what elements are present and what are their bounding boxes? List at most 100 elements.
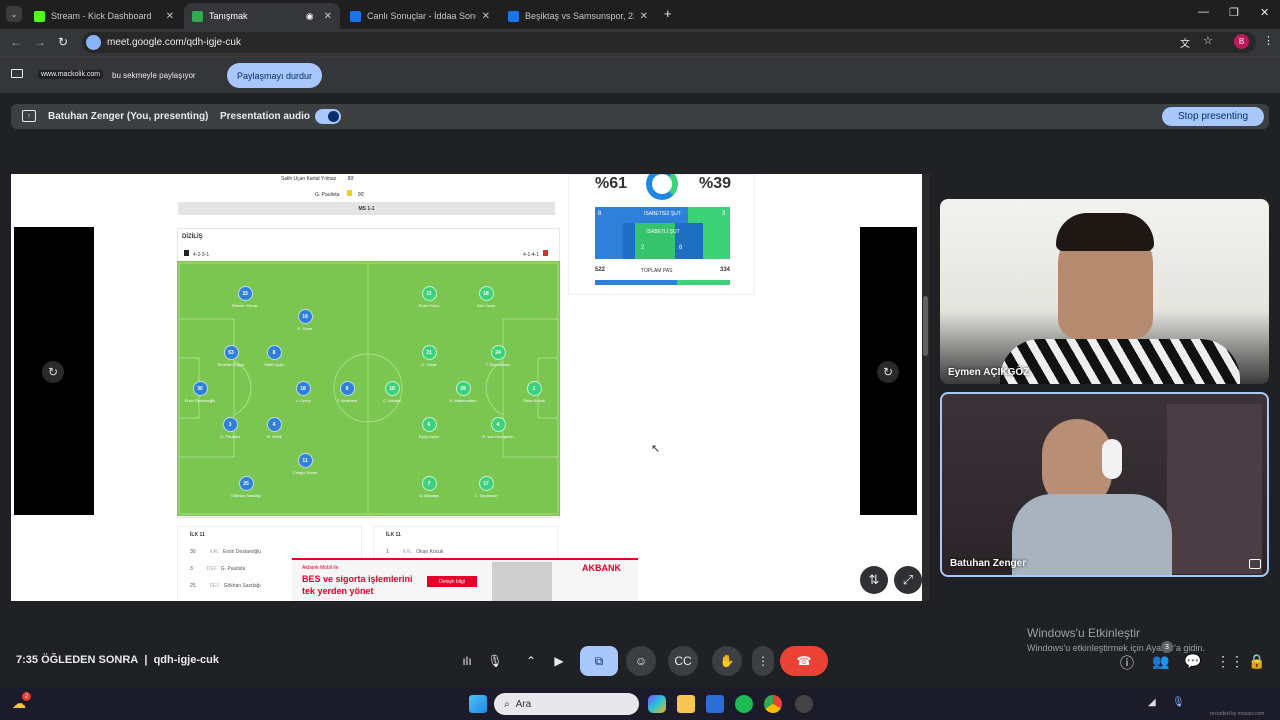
- restore-icon[interactable]: ❐: [1229, 6, 1239, 19]
- forward-icon[interactable]: →: [34, 35, 46, 49]
- akbank-ad-banner[interactable]: Akbank Mobil ile BES ve sigorta işlemler…: [292, 558, 638, 601]
- close-icon[interactable]: ✕: [640, 11, 648, 22]
- more-options-button[interactable]: ⋮: [752, 646, 774, 676]
- audio-levels-button[interactable]: ılı: [454, 646, 480, 676]
- scrollbar-thumb[interactable]: [923, 296, 928, 356]
- home-player[interactable]: 8 Salih Uçan: [244, 345, 304, 367]
- home-player[interactable]: 11 Cengiz Ünder: [275, 453, 335, 475]
- tab-search-button[interactable]: ⌄: [6, 6, 22, 22]
- chat-icon[interactable]: 💬: [1184, 653, 1201, 670]
- site-info-icon[interactable]: [86, 35, 101, 50]
- away-player[interactable]: 1 Okan Kocuk: [504, 381, 564, 403]
- away-player[interactable]: 11 Emre Kılınç: [399, 286, 459, 308]
- present-now-button[interactable]: ⧉: [580, 646, 618, 676]
- presenting-bar: ↑ Batuhan Zenger (You, presenting) Prese…: [11, 104, 1269, 129]
- windows-start-icon[interactable]: [469, 695, 487, 713]
- windows-activation-title: Windows'u Etkinleştir: [1027, 626, 1140, 640]
- address-bar[interactable]: meet.google.com/qdh-igje-cuk: [82, 32, 1256, 53]
- browser-menu-icon[interactable]: ⋮: [1263, 34, 1274, 47]
- camera-button[interactable]: ▶: [545, 646, 573, 676]
- minimize-icon[interactable]: —: [1198, 6, 1209, 18]
- away-player[interactable]: 17 L. Tomasson: [456, 476, 516, 498]
- presenter-name: Batuhan Zenger (You, presenting): [48, 111, 209, 122]
- list-item[interactable]: 1 KAL Okan Kocuk: [386, 549, 443, 555]
- swap-view-button[interactable]: ⇅: [860, 566, 888, 594]
- back-icon[interactable]: ←: [10, 35, 22, 49]
- away-player[interactable]: 7 A. Mouaba: [399, 476, 459, 498]
- visual-effects-icon[interactable]: [1249, 559, 1261, 569]
- tab-meet[interactable]: Tanışmak ◉ ✕: [184, 3, 340, 29]
- possession-donut: [646, 174, 678, 200]
- left-ad-column: ↻: [14, 227, 94, 515]
- copilot-icon[interactable]: [648, 695, 666, 713]
- away-player[interactable]: 6 Eyüp Aydın: [399, 417, 459, 439]
- presentation-audio-toggle[interactable]: [315, 109, 341, 124]
- ad-cta-button[interactable]: Detaylı bilgi: [427, 576, 477, 587]
- close-icon[interactable]: ✕: [482, 11, 490, 22]
- participant-tile-self[interactable]: Batuhan Zenger: [940, 392, 1269, 577]
- stop-presenting-button[interactable]: Stop presenting: [1162, 107, 1264, 126]
- people-icon[interactable]: 👥: [1152, 653, 1169, 670]
- presentation-audio-label: Presentation audio: [220, 111, 311, 122]
- list-item[interactable]: 30 KAL Ersin Destanoğlu: [190, 549, 261, 555]
- home-player[interactable]: 33 Rıdvan Yılmaz: [215, 286, 275, 308]
- away-player[interactable]: 19 C. Ndiaye: [362, 381, 422, 403]
- fullscreen-button[interactable]: ⤢: [894, 566, 922, 594]
- off-target-home: 8: [598, 211, 602, 217]
- away-player[interactable]: 24 T. Bavcekovic: [468, 345, 528, 367]
- football-pitch: 33 Rıdvan Yılmaz 19 E. Toure 53 Emirhan Top…: [177, 261, 560, 516]
- close-window-icon[interactable]: ✕: [1260, 6, 1269, 19]
- refresh-icon[interactable]: ↻: [877, 361, 899, 383]
- mouse-cursor-icon: ↖: [651, 443, 661, 455]
- meet-icon: [192, 10, 203, 22]
- home-player[interactable]: 4 W. Ndidi: [244, 417, 304, 439]
- taskbar-search[interactable]: ⌕ Ara: [494, 693, 639, 715]
- away-player[interactable]: 18 Zeki Yavru: [456, 286, 516, 308]
- headphones: [1102, 439, 1122, 479]
- raise-hand-button[interactable]: ✋: [712, 646, 742, 676]
- browser-tab-bar: ⌄ Stream - Kick Dashboard ✕ Tanışmak ◉ ✕…: [0, 0, 1280, 29]
- off-target-label: İSABETSİZ ŞUT: [644, 211, 681, 217]
- microphone-button[interactable]: 🎙: [482, 646, 508, 676]
- bookmark-star-icon[interactable]: ☆: [1203, 34, 1213, 47]
- close-icon[interactable]: ✕: [324, 11, 332, 22]
- stop-sharing-button[interactable]: Paylaşmayı durdur: [227, 63, 322, 88]
- list-item[interactable]: 25 DEF Gökhan Sazdağı: [190, 583, 261, 589]
- close-icon[interactable]: ✕: [166, 11, 174, 22]
- spotify-icon[interactable]: [735, 695, 753, 713]
- profile-avatar[interactable]: B: [1234, 34, 1249, 49]
- tab-canli-sonuclar[interactable]: Canlı Sonuçlar - İddaa Sonuçları ✕: [342, 3, 498, 29]
- kick-icon: [34, 10, 45, 22]
- discord-app-icon[interactable]: [795, 695, 813, 713]
- shared-screen-scrollbar[interactable]: [922, 174, 930, 601]
- tab-kick-dashboard[interactable]: Stream - Kick Dashboard ✕: [26, 3, 182, 29]
- away-player[interactable]: 21 C. Holse: [399, 345, 459, 367]
- camera-options-chevron[interactable]: ⌃: [520, 646, 542, 676]
- away-player[interactable]: 4 R. van Drongelen: [468, 417, 528, 439]
- refresh-icon[interactable]: ↻: [42, 361, 64, 383]
- home-player[interactable]: 19 E. Toure: [275, 309, 335, 331]
- file-explorer-icon[interactable]: [677, 695, 695, 713]
- present-screen-icon: ↑: [22, 110, 36, 122]
- chrome-icon[interactable]: [764, 695, 782, 713]
- url-text: meet.google.com/qdh-igje-cuk: [107, 37, 241, 48]
- recording-watermark: recorded by movavi.com: [1210, 711, 1265, 717]
- meeting-details-icon[interactable]: ⓘ: [1120, 653, 1134, 673]
- captions-button[interactable]: CC: [668, 646, 698, 676]
- tray-wifi-icon[interactable]: ◢: [1148, 697, 1156, 708]
- participant-tile[interactable]: Eymen AÇIKGÖZ: [940, 199, 1269, 384]
- home-player[interactable]: 30 Ersin Destanoğlu: [170, 381, 230, 403]
- activities-icon[interactable]: ⋮⋮: [1216, 653, 1244, 670]
- translate-icon[interactable]: 文: [1180, 35, 1190, 50]
- tab-besiktas-samsunspor[interactable]: Beşiktaş vs Samsunspor, 23 Ş ✕: [500, 3, 656, 29]
- home-player[interactable]: 25 Gökhan Sazdağı: [216, 476, 276, 498]
- host-controls-icon[interactable]: 🔒: [1248, 653, 1265, 670]
- microsoft-store-icon[interactable]: [706, 695, 724, 713]
- tray-mic-icon[interactable]: 🎙: [1172, 697, 1185, 708]
- emoji-reaction-button[interactable]: ☺: [626, 646, 656, 676]
- leave-call-button[interactable]: ☎: [780, 646, 828, 676]
- list-item[interactable]: 3 DEF G. Paulista: [190, 566, 245, 572]
- new-tab-button[interactable]: +: [664, 6, 672, 21]
- reload-icon[interactable]: ↻: [58, 35, 68, 49]
- away-player[interactable]: 29 A. Makoumbou: [433, 381, 493, 403]
